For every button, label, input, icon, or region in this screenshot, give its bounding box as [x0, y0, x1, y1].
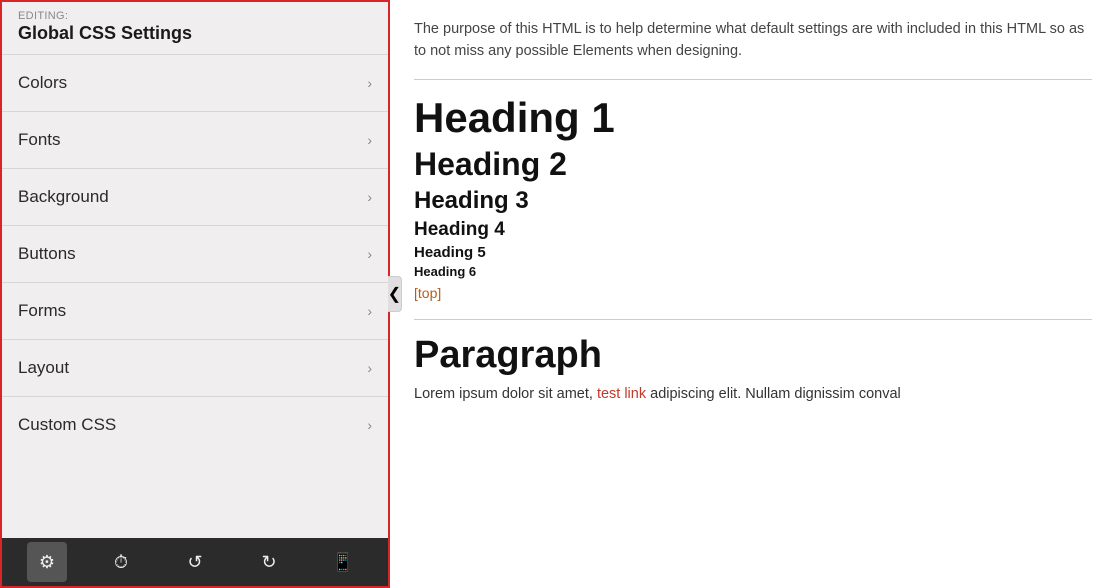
undo-toolbar-button[interactable]: ↺ — [175, 542, 215, 582]
chevron-right-icon: › — [367, 246, 372, 262]
sidebar-item-label-background: Background — [18, 187, 109, 207]
test-link[interactable]: test link — [597, 386, 646, 402]
chevron-right-icon: › — [367, 75, 372, 91]
sidebar-item-fonts[interactable]: Fonts › — [2, 111, 388, 168]
sidebar-item-background[interactable]: Background › — [2, 168, 388, 225]
heading-6: Heading 6 — [414, 264, 1092, 279]
main-content: The purpose of this HTML is to help dete… — [390, 0, 1116, 588]
sidebar-item-buttons[interactable]: Buttons › — [2, 225, 388, 282]
collapse-sidebar-button[interactable]: ❮ — [388, 276, 402, 312]
history-toolbar-button[interactable]: ⏱ — [101, 542, 141, 582]
divider-2 — [414, 319, 1092, 320]
sidebar-item-label-fonts: Fonts — [18, 130, 61, 150]
history-icon: ⏱ — [114, 552, 128, 573]
sidebar-item-label-custom-css: Custom CSS — [18, 415, 116, 435]
intro-text: The purpose of this HTML is to help dete… — [414, 18, 1092, 63]
paragraph-text: Lorem ipsum dolor sit amet, test link ad… — [414, 383, 1092, 406]
paragraph-heading: Paragraph — [414, 334, 1092, 377]
editing-label: EDITING: — [18, 10, 372, 22]
heading-2: Heading 2 — [414, 146, 1092, 183]
sidebar-item-layout[interactable]: Layout › — [2, 339, 388, 396]
sidebar-item-custom-css[interactable]: Custom CSS › — [2, 396, 388, 453]
settings-toolbar-button[interactable]: ⚙ — [27, 542, 67, 582]
heading-3: Heading 3 — [414, 187, 1092, 215]
sidebar-item-forms[interactable]: Forms › — [2, 282, 388, 339]
sidebar-item-label-colors: Colors — [18, 73, 67, 93]
top-anchor-link[interactable]: [top] — [414, 285, 441, 301]
sidebar: EDITING: Global CSS Settings Colors › Fo… — [0, 0, 390, 588]
mobile-icon: 📱 — [332, 552, 354, 573]
settings-icon: ⚙ — [39, 552, 55, 573]
mobile-toolbar-button[interactable]: 📱 — [323, 542, 363, 582]
chevron-right-icon: › — [367, 360, 372, 376]
chevron-right-icon: › — [367, 189, 372, 205]
chevron-right-icon: › — [367, 303, 372, 319]
sidebar-item-label-layout: Layout — [18, 358, 69, 378]
sidebar-item-colors[interactable]: Colors › — [2, 54, 388, 111]
chevron-right-icon: › — [367, 132, 372, 148]
heading-4: Heading 4 — [414, 219, 1092, 241]
divider-1 — [414, 79, 1092, 80]
redo-icon: ↻ — [261, 552, 276, 573]
sidebar-menu: Colors › Fonts › Background › Buttons › … — [2, 54, 388, 538]
chevron-right-icon: › — [367, 417, 372, 433]
sidebar-title: Global CSS Settings — [18, 23, 372, 44]
chevron-left-icon: ❮ — [388, 284, 401, 304]
sidebar-header: EDITING: Global CSS Settings — [2, 2, 388, 54]
sidebar-item-label-buttons: Buttons — [18, 244, 76, 264]
heading-5: Heading 5 — [414, 244, 1092, 261]
bottom-toolbar: ⚙ ⏱ ↺ ↻ 📱 — [2, 538, 388, 586]
undo-icon: ↺ — [187, 552, 202, 573]
heading-1: Heading 1 — [414, 94, 1092, 142]
redo-toolbar-button[interactable]: ↻ — [249, 542, 289, 582]
sidebar-item-label-forms: Forms — [18, 301, 66, 321]
